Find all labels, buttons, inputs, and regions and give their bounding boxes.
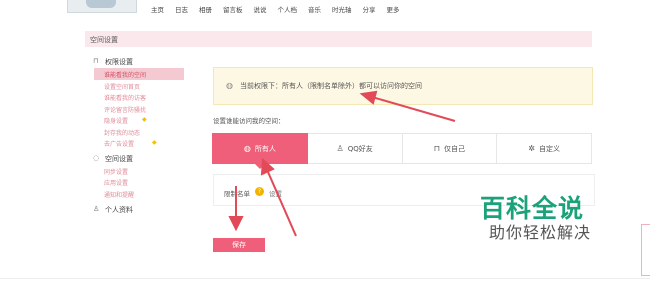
arrow-head: [359, 90, 378, 105]
arrow-head: [260, 157, 275, 176]
annotation-arrows: [228, 90, 456, 237]
arrow-head: [228, 216, 244, 232]
arrow-to-everyone: [267, 171, 297, 237]
arrow-to-notice: [371, 96, 456, 122]
